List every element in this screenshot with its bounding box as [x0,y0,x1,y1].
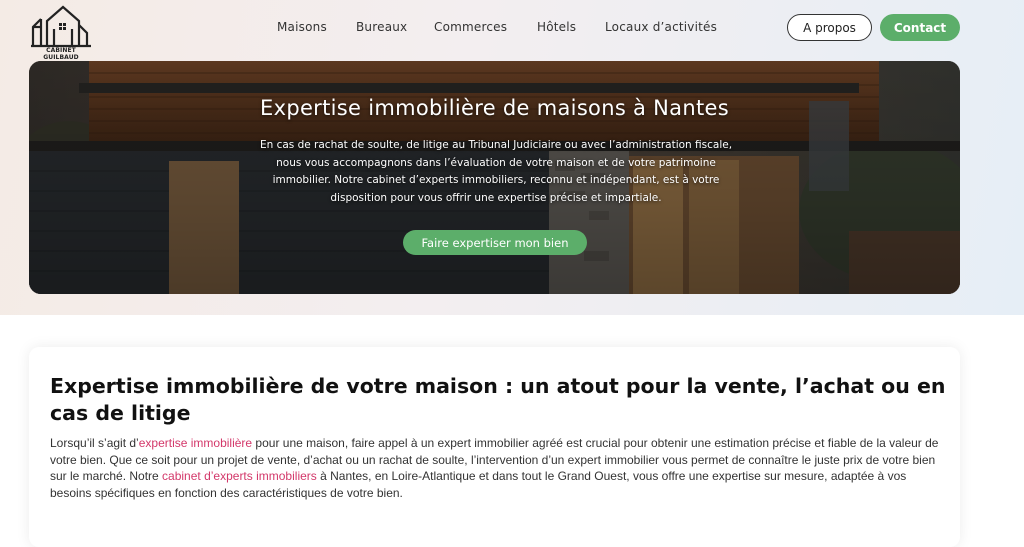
link-expertise-immobiliere[interactable]: expertise immobilière [139,436,252,450]
article-card: Expertise immobilière de votre maison : … [29,347,960,547]
link-cabinet-experts[interactable]: cabinet d’experts immobiliers [162,469,317,483]
hero-banner: Expertise immobilière de maisons à Nante… [29,61,960,294]
article-paragraph: Lorsqu’il s’agit d’expertise immobilière… [50,435,945,501]
nav-item-locaux-activites[interactable]: Locaux d’activités [605,20,717,34]
paragraph-text: Lorsqu’il s’agit d’ [50,436,139,450]
article-title: Expertise immobilière de votre maison : … [50,374,946,425]
nav-item-commerces[interactable]: Commerces [434,20,507,34]
brand-logo[interactable]: CABINET GUILBAUD [29,5,93,61]
hero-title: Expertise immobilière de maisons à Nante… [260,96,729,120]
nav-item-hotels[interactable]: Hôtels [537,20,576,34]
brand-name: CABINET GUILBAUD [43,47,79,61]
nav-item-bureaux[interactable]: Bureaux [356,20,407,34]
nav-item-maisons[interactable]: Maisons [277,20,327,34]
house-outline-logo-icon [31,5,91,48]
about-button[interactable]: A propos [787,14,872,41]
request-expertise-button[interactable]: Faire expertiser mon bien [403,230,587,255]
hero-description: En cas de rachat de soulte, de litige au… [259,139,733,204]
contact-button[interactable]: Contact [880,14,960,41]
